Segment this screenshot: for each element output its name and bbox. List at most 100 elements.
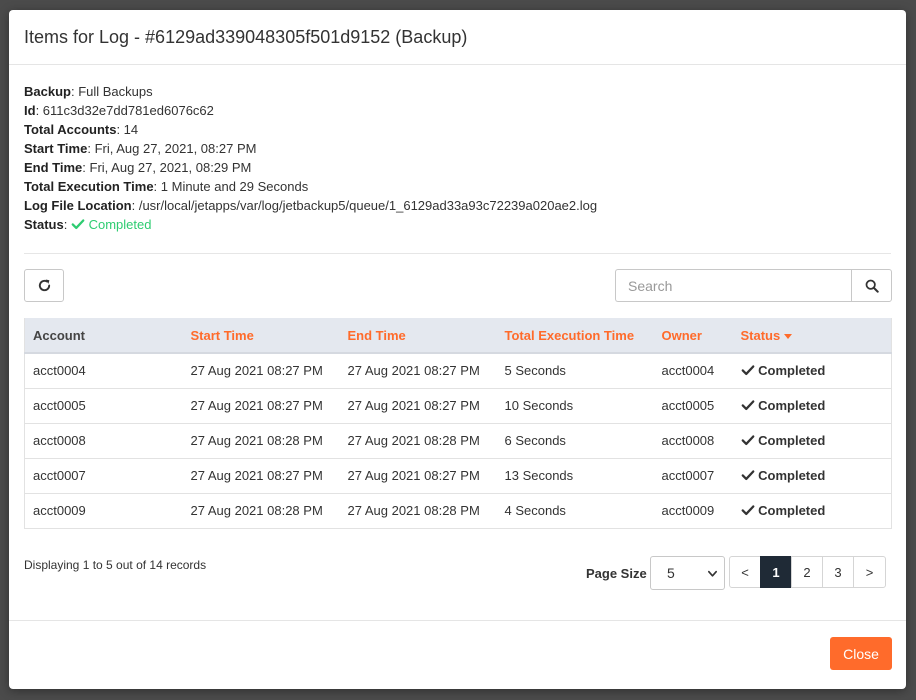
info-backup-value: : Full Backups bbox=[70, 84, 153, 99]
page-1-button[interactable]: 1 bbox=[760, 556, 792, 588]
cell-end-time: 27 Aug 2021 08:27 PM bbox=[339, 457, 497, 493]
info-log-location-value: : /usr/local/jetapps/var/log/jetbackup5/… bbox=[131, 198, 598, 213]
cell-account: acct0005 bbox=[24, 387, 183, 423]
column-header-end-time[interactable]: End Time bbox=[339, 318, 497, 354]
search-button[interactable] bbox=[851, 269, 892, 302]
info-id: Id: 611c3d32e7dd781ed6076c62 bbox=[24, 101, 597, 120]
page-size-label: Page Size bbox=[586, 566, 647, 581]
info-exec-time: Total Execution Time: 1 Minute and 29 Se… bbox=[24, 177, 597, 196]
info-total-accounts-label: Total Accounts bbox=[24, 122, 117, 137]
info-end-time-value: : Fri, Aug 27, 2021, 08:29 PM bbox=[82, 160, 252, 175]
column-header-status-label: Status bbox=[740, 327, 781, 343]
cell-status-text: Completed bbox=[758, 363, 826, 379]
cell-owner: acct0004 bbox=[653, 352, 733, 388]
cell-status: Completed bbox=[732, 422, 892, 458]
cell-owner: acct0008 bbox=[653, 422, 733, 458]
cell-end-time: 27 Aug 2021 08:28 PM bbox=[339, 492, 497, 529]
info-start-time-value: : Fri, Aug 27, 2021, 08:27 PM bbox=[87, 141, 257, 156]
info-id-value: : 611c3d32e7dd781ed6076c62 bbox=[35, 103, 214, 118]
records-count: Displaying 1 to 5 out of 14 records bbox=[24, 558, 207, 572]
cell-status: Completed bbox=[732, 457, 892, 493]
page-next-button[interactable]: > bbox=[853, 556, 886, 588]
info-id-label: Id bbox=[24, 103, 36, 118]
check-icon bbox=[741, 505, 754, 516]
page-3-button[interactable]: 3 bbox=[822, 556, 854, 588]
info-total-accounts: Total Accounts: 14 bbox=[24, 120, 597, 139]
table-row: acct0004 27 Aug 2021 08:27 PM 27 Aug 202… bbox=[24, 352, 892, 388]
info-status: Status: Completed bbox=[24, 217, 152, 232]
cell-execution-time: 6 Seconds bbox=[496, 422, 654, 458]
table-row: acct0009 27 Aug 2021 08:28 PM 27 Aug 202… bbox=[24, 492, 892, 529]
cell-status-text: Completed bbox=[758, 433, 826, 448]
cell-status-text: Completed bbox=[758, 503, 826, 518]
info-start-time-label: Start Time bbox=[24, 141, 88, 156]
log-items-modal: Items for Log - #6129ad339048305f501d915… bbox=[9, 10, 906, 689]
cell-end-time: 27 Aug 2021 08:28 PM bbox=[339, 422, 497, 458]
info-end-time: End Time: Fri, Aug 27, 2021, 08:29 PM bbox=[24, 158, 597, 177]
check-icon bbox=[741, 470, 754, 481]
cell-account: acct0009 bbox=[24, 492, 183, 529]
page-2-button[interactable]: 2 bbox=[791, 556, 823, 588]
cell-status-text: Completed bbox=[758, 398, 826, 413]
log-info: Backup: Full Backups Id: 611c3d32e7dd781… bbox=[24, 82, 597, 234]
page-size-select[interactable]: 5 bbox=[650, 556, 725, 590]
refresh-button[interactable] bbox=[24, 269, 64, 302]
pagination: < 1 2 3 > bbox=[729, 556, 886, 588]
table-header-row: Account Start Time End Time Total Execut… bbox=[24, 318, 892, 354]
info-end-time-label: End Time bbox=[24, 160, 83, 175]
cell-start-time: 27 Aug 2021 08:27 PM bbox=[182, 457, 340, 493]
search-icon bbox=[865, 279, 879, 293]
modal-header: Items for Log - #6129ad339048305f501d915… bbox=[9, 10, 906, 65]
table-row: acct0008 27 Aug 2021 08:28 PM 27 Aug 202… bbox=[24, 422, 892, 458]
cell-account: acct0007 bbox=[24, 457, 183, 493]
check-icon bbox=[741, 435, 754, 446]
column-header-start-time[interactable]: Start Time bbox=[182, 318, 340, 354]
cell-account: acct0004 bbox=[24, 352, 183, 388]
cell-account: acct0008 bbox=[24, 422, 183, 458]
info-exec-time-value: : 1 Minute and 29 Seconds bbox=[153, 179, 309, 194]
cell-start-time: 27 Aug 2021 08:28 PM bbox=[182, 492, 340, 529]
cell-start-time: 27 Aug 2021 08:27 PM bbox=[182, 352, 340, 388]
info-log-location-label: Log File Location bbox=[24, 198, 132, 213]
divider bbox=[24, 253, 891, 254]
page-size-value: 5 bbox=[667, 565, 675, 581]
sort-desc-icon bbox=[784, 333, 793, 339]
info-total-accounts-value: : 14 bbox=[116, 122, 139, 137]
column-header-owner[interactable]: Owner bbox=[653, 318, 733, 354]
page-prev-button[interactable]: < bbox=[729, 556, 761, 588]
modal-footer-divider bbox=[9, 620, 906, 621]
items-table: Account Start Time End Time Total Execut… bbox=[24, 318, 892, 529]
check-icon bbox=[71, 219, 85, 230]
cell-start-time: 27 Aug 2021 08:27 PM bbox=[182, 387, 340, 423]
info-status-label: Status bbox=[24, 217, 64, 232]
close-button[interactable]: Close bbox=[830, 637, 892, 670]
cell-status-text: Completed bbox=[758, 468, 826, 483]
cell-execution-time: 10 Seconds bbox=[496, 387, 654, 423]
refresh-icon bbox=[38, 279, 50, 292]
table-body: acct0004 27 Aug 2021 08:27 PM 27 Aug 202… bbox=[24, 352, 892, 529]
table-row: acct0007 27 Aug 2021 08:27 PM 27 Aug 202… bbox=[24, 457, 892, 493]
cell-execution-time: 4 Seconds bbox=[496, 492, 654, 529]
cell-end-time: 27 Aug 2021 08:27 PM bbox=[339, 352, 497, 388]
info-exec-time-label: Total Execution Time bbox=[24, 179, 154, 194]
cell-owner: acct0009 bbox=[653, 492, 733, 529]
column-header-account[interactable]: Account bbox=[24, 318, 183, 354]
search-input[interactable] bbox=[615, 269, 851, 302]
info-backup: Backup: Full Backups bbox=[24, 82, 597, 101]
check-icon bbox=[741, 400, 754, 411]
cell-execution-time: 5 Seconds bbox=[496, 352, 654, 388]
info-start-time: Start Time: Fri, Aug 27, 2021, 08:27 PM bbox=[24, 139, 597, 158]
chevron-down-icon bbox=[708, 570, 717, 577]
cell-owner: acct0007 bbox=[653, 457, 733, 493]
cell-end-time: 27 Aug 2021 08:27 PM bbox=[339, 387, 497, 423]
info-status-value: Completed bbox=[71, 217, 152, 232]
cell-status: Completed bbox=[732, 352, 892, 388]
column-header-execution-time[interactable]: Total Execution Time bbox=[496, 318, 654, 354]
column-header-status[interactable]: Status bbox=[732, 318, 892, 354]
check-icon bbox=[741, 365, 754, 376]
modal-title: Items for Log - #6129ad339048305f501d915… bbox=[24, 26, 468, 47]
info-status-text: Completed bbox=[88, 217, 152, 232]
cell-status: Completed bbox=[732, 492, 892, 529]
cell-status: Completed bbox=[732, 387, 892, 423]
cell-execution-time: 13 Seconds bbox=[496, 457, 654, 493]
